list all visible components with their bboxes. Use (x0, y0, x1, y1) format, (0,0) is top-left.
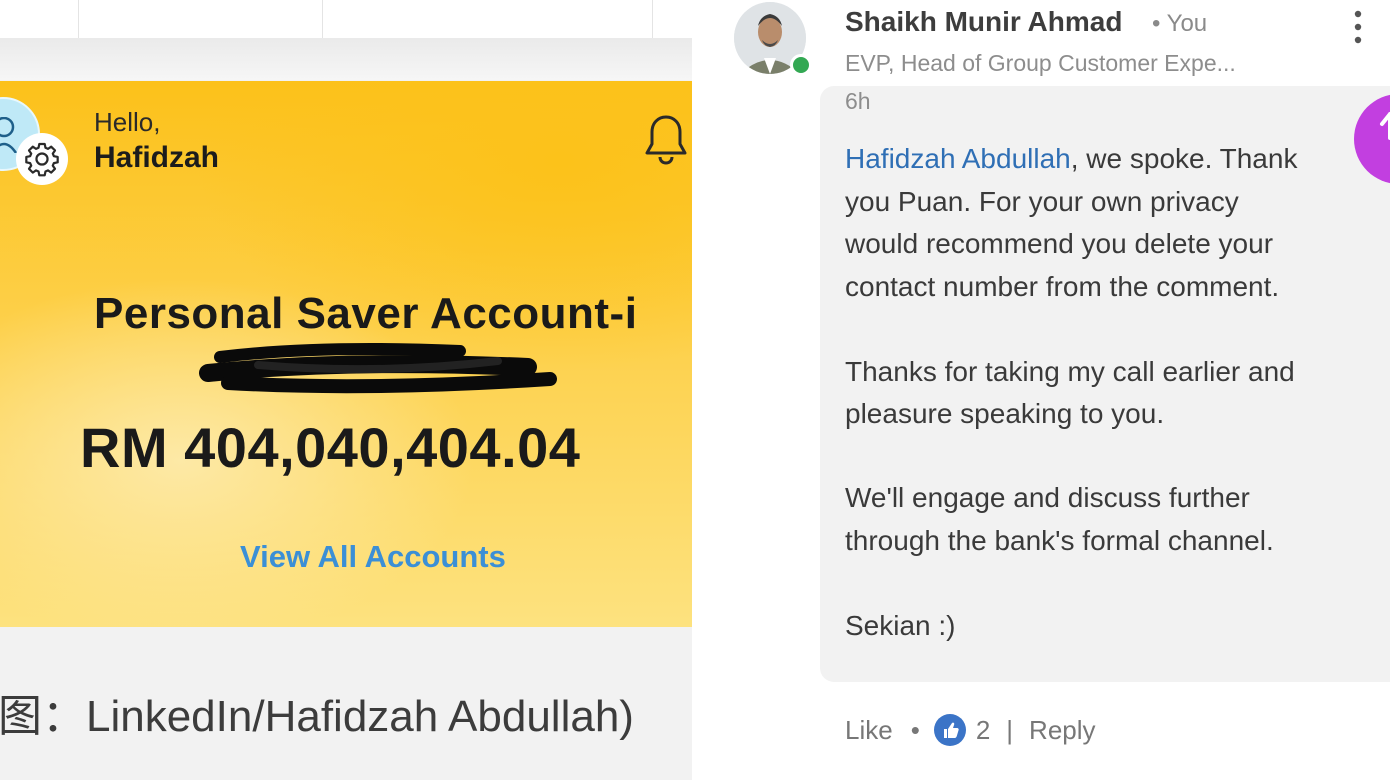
view-all-accounts-link[interactable]: View All Accounts (240, 539, 506, 575)
comment-timestamp: 6h (845, 88, 871, 114)
user-name: Hafidzah (94, 141, 220, 174)
comment-line: you Puan. For your own privacy (845, 186, 1239, 217)
account-card: Hello, Hafidzah Personal Saver Account-i… (0, 81, 692, 627)
tab-divider (78, 0, 79, 38)
tab-divider (652, 0, 653, 38)
account-balance: RM 404,040,404.04 (80, 416, 581, 479)
comment-line: Hafidzah Abdullah, we spoke. Thank (845, 143, 1298, 174)
mention-link[interactable]: Hafidzah Abdullah (845, 143, 1071, 174)
settings-button[interactable] (16, 133, 68, 185)
comment-line: contact number from the comment. (845, 271, 1280, 302)
author-headline: EVP, Head of Group Customer Expe... (845, 50, 1236, 76)
more-options-icon[interactable] (1354, 10, 1362, 44)
online-status-dot (790, 54, 812, 76)
arrow-icon (1380, 112, 1390, 140)
header-shadow (0, 38, 692, 80)
comment-line: We'll engage and discuss further (845, 482, 1250, 513)
comment-line: pleasure speaking to you. (845, 398, 1165, 429)
comment-line: would recommend you delete your (845, 228, 1274, 259)
linkedin-comment: Shaikh Munir Ahmad • You EVP, Head of Gr… (692, 0, 1390, 780)
banking-app-screenshot: Hello, Hafidzah Personal Saver Account-i… (0, 0, 692, 780)
author-name[interactable]: Shaikh Munir Ahmad (845, 6, 1122, 38)
image-caption: 图：LinkedIn/Hafidzah Abdullah) (0, 692, 634, 741)
reply-button[interactable]: Reply (1029, 715, 1095, 746)
floating-action-button[interactable] (1354, 94, 1390, 184)
separator-dot: • (910, 714, 920, 745)
comment-line: Sekian :) (845, 610, 956, 641)
like-count[interactable]: 2 (976, 715, 990, 746)
action-divider: | (1006, 714, 1014, 745)
tab-divider (322, 0, 323, 38)
like-button[interactable]: Like (845, 715, 893, 746)
comment-line: through the bank's formal channel. (845, 525, 1274, 556)
gear-icon (25, 142, 59, 177)
author-relation: • You (1152, 10, 1208, 37)
thumbs-up-icon (933, 714, 966, 746)
redaction-scribble (199, 343, 557, 394)
account-title: Personal Saver Account-i (94, 289, 638, 338)
top-tab-strip (0, 0, 692, 39)
comment-line: Thanks for taking my call earlier and (845, 356, 1295, 387)
greeting-text: Hello, (94, 107, 161, 137)
comment-actions: Like • 2 | Reply (845, 714, 1096, 746)
bell-icon[interactable] (642, 113, 690, 169)
